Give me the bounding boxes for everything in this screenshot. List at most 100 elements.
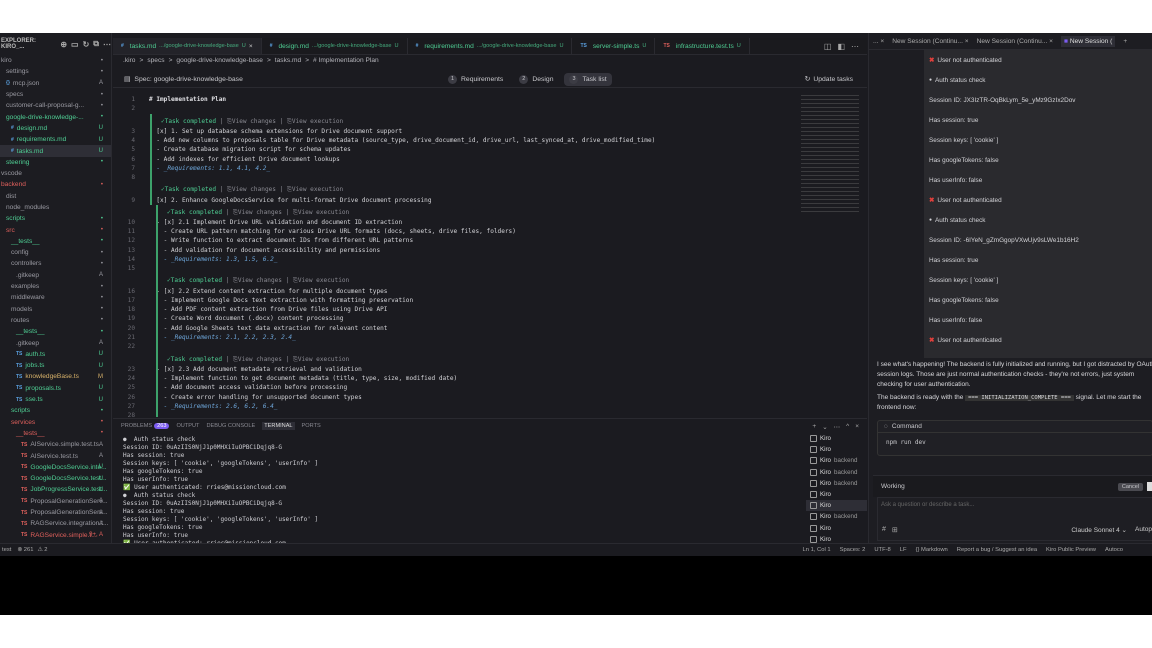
more-icon[interactable]: ⋯ [834,423,841,433]
tree-item[interactable]: TSAIService.test.tsA [0,450,111,461]
new-file-icon[interactable]: ⊕ [60,40,67,49]
terminal-instance[interactable]: Kiro [806,523,867,534]
view-changes-link[interactable]: ⎘View changes [227,118,276,125]
minimap[interactable] [801,95,859,215]
tree-item[interactable]: TSknowledgeBase.tsM [0,371,111,382]
autocomplete-status[interactable]: Autoco [1105,547,1123,553]
view-changes-link[interactable]: ⎘View changes [233,209,282,216]
close-tab-icon[interactable]: × [1047,38,1053,45]
spec-step-requirements[interactable]: 1Requirements [443,73,508,86]
terminal-instance[interactable]: Kiro [806,489,867,500]
view-execution-link[interactable]: ⎘View execution [287,186,343,193]
tree-item[interactable]: TSRAGService.integration.t...A [0,518,111,529]
breadcrumb-item[interactable]: google-drive-knowledge-base [176,57,263,64]
tree-item[interactable]: customer-call-proposal-g...• [0,100,111,111]
tree-item[interactable]: models• [0,304,111,315]
view-changes-link[interactable]: ⎘View changes [233,356,282,363]
tree-item[interactable]: examples• [0,281,111,292]
tree-item[interactable]: google-drive-knowledge-...• [0,111,111,122]
tree-item[interactable]: TSAIService.simple.test.tsA [0,439,111,450]
close-tab-icon[interactable]: × [879,38,885,45]
tree-item[interactable]: #requirements.mdU [0,134,111,145]
autopilot-toggle[interactable]: Autop [1135,526,1152,534]
chat-session-tab[interactable]: New Session (Continu... × [892,38,968,45]
tree-item[interactable]: src• [0,224,111,235]
terminal-dropdown-icon[interactable]: ⌄ [822,423,827,433]
tree-item[interactable]: middleware• [0,292,111,303]
tree-item[interactable]: .gitkeepA [0,270,111,281]
layout-icon[interactable]: ◧ [837,42,845,51]
eol[interactable]: LF [900,547,907,553]
tree-item[interactable]: TSsse.tsU [0,394,111,405]
tree-item[interactable]: __tests__• [0,326,111,337]
tree-item[interactable]: TSGoogleDocsService.inte...U [0,462,111,473]
new-terminal-icon[interactable]: + [812,423,816,433]
panel-tab-output[interactable]: OUTPUT [176,423,199,429]
task-codelens[interactable]: ✓Task completed | ⎘View changes | ⎘View … [113,273,867,286]
terminal-output[interactable]: ● Auth status checkSession ID: 0uAzIIS0N… [123,436,318,556]
terminal-instance[interactable]: Kiro [806,433,867,444]
terminal-instance[interactable]: Kirobackend [806,455,867,466]
cursor-position[interactable]: Ln 1, Col 1 [803,547,831,553]
view-changes-link[interactable]: ⎘View changes [227,186,276,193]
tree-item[interactable]: config• [0,247,111,258]
split-editor-icon[interactable]: ◫ [824,42,832,51]
tree-item[interactable]: kiro• [0,55,111,66]
tree-item[interactable]: TSProposalGenerationServ...A [0,507,111,518]
tree-item[interactable]: steering• [0,157,111,168]
more-icon[interactable]: ⋯ [851,42,859,51]
spec-step-task-list[interactable]: 3Task list [564,73,611,86]
breadcrumb-item[interactable]: specs [147,57,164,64]
tree-item[interactable]: TSProposalGenerationServ...A [0,496,111,507]
panel-tab-problems[interactable]: PROBLEMS263 [121,423,169,429]
tree-item[interactable]: TSGoogleDocsService.test...U [0,473,111,484]
tab-tasks-md[interactable]: #tasks.md.../google-drive-knowledge-base… [113,38,262,54]
close-panel-icon[interactable]: × [855,423,859,433]
terminal-instance[interactable]: Kiro [806,500,867,511]
breadcrumb-item[interactable]: # Implementation Plan [313,57,379,64]
tree-item[interactable]: backend• [0,179,111,190]
tree-item[interactable]: services• [0,417,111,428]
refresh-icon[interactable]: ↻ [83,40,90,49]
chat-session-tab[interactable]: ... × [873,38,884,45]
markdown-editor[interactable]: 1# Implementation Plan2✓Task completed |… [113,95,867,417]
tree-item[interactable]: specs• [0,89,111,100]
tree-item[interactable]: #design.mdU [0,123,111,134]
chat-session-tab[interactable]: New Session (Continu... × [977,38,1053,45]
view-execution-link[interactable]: ⎘View execution [293,356,349,363]
view-execution-link[interactable]: ⎘View execution [287,118,343,125]
tab-server-simple-ts[interactable]: TSserver-simple.tsU [572,38,655,54]
update-tasks-button[interactable]: ↻Update tasks [805,75,853,83]
task-codelens[interactable]: ✓Task completed | ⎘View changes | ⎘View … [113,182,867,195]
tree-item[interactable]: __tests__• [0,428,111,439]
tree-item[interactable]: scripts• [0,405,111,416]
error-count[interactable]: ⊗ 261 [17,547,33,553]
view-execution-link[interactable]: ⎘View execution [293,209,349,216]
tab-infrastructure-test-ts[interactable]: TSinfrastructure.test.tsU [655,38,749,54]
tree-item[interactable]: controllers• [0,258,111,269]
tree-item[interactable]: routes• [0,315,111,326]
new-folder-icon[interactable]: ▭ [71,40,79,49]
tree-item[interactable]: dist [0,191,111,202]
terminal-instance[interactable]: Kiro [806,444,867,455]
model-selector[interactable]: Claude Sonnet 4 ⌄ [1071,526,1127,534]
tree-item[interactable]: __tests__• [0,236,111,247]
branch-status[interactable]: test [2,547,11,553]
panel-tab-ports[interactable]: PORTS [302,423,321,429]
terminal-instance[interactable]: Kirobackend [806,478,867,489]
tree-item[interactable]: #tasks.mdU [0,145,111,156]
image-attach-icon[interactable]: ⊞ [892,526,898,534]
encoding[interactable]: UTF-8 [874,547,890,553]
tree-item[interactable]: .gitkeepA [0,337,111,348]
run-button[interactable] [1147,482,1152,491]
terminal-instance[interactable]: Kirobackend [806,511,867,522]
task-codelens[interactable]: ✓Task completed | ⎘View changes | ⎘View … [113,114,867,127]
hash-context-icon[interactable]: # [882,526,886,534]
cancel-button[interactable]: Cancel [1118,483,1143,491]
collapse-icon[interactable]: ⧉ [93,39,99,49]
close-tab-icon[interactable]: × [963,38,969,45]
new-session-icon[interactable]: + [1123,38,1127,45]
view-changes-link[interactable]: ⎘View changes [233,277,282,284]
tree-item[interactable]: TSRAGService.simple.t...9+, A [0,529,111,540]
tree-item[interactable]: settings• [0,66,111,77]
